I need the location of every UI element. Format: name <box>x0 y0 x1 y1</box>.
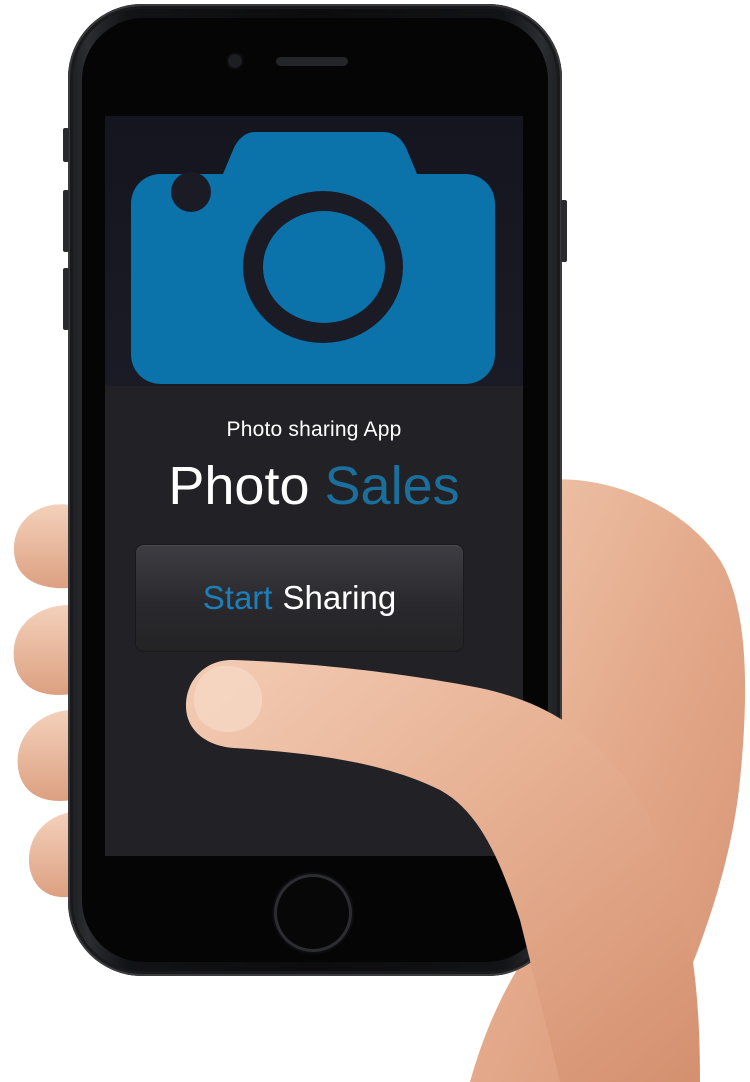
mute-switch <box>63 128 69 162</box>
hero-banner <box>105 116 523 386</box>
front-camera <box>228 54 242 68</box>
title-accent: Sales <box>324 456 460 516</box>
home-button[interactable] <box>277 877 349 949</box>
app-title: Photo Sales <box>105 454 523 518</box>
app-subtitle: Photo sharing App <box>226 418 402 441</box>
app-screen: Photo sharing App Photo Sales Start Shar… <box>105 116 523 856</box>
camera-icon <box>131 132 495 384</box>
start-sharing-label: Sharing <box>282 579 397 616</box>
start-sharing-accent: Start <box>202 579 273 616</box>
power-button <box>561 200 567 262</box>
earpiece-speaker <box>276 57 348 66</box>
volume-down-button <box>63 268 69 330</box>
title-primary: Photo <box>168 456 310 516</box>
scene: Photo sharing App Photo Sales Start Shar… <box>0 0 750 1082</box>
volume-up-button <box>63 190 69 252</box>
start-sharing-button[interactable]: Start Sharing <box>136 545 463 651</box>
